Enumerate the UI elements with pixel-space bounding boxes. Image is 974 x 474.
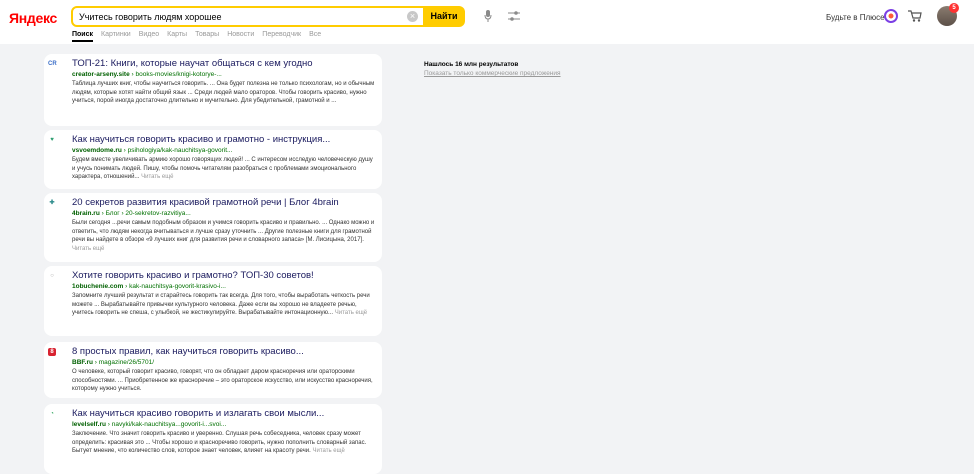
result-card: ✚ 20 секретов развития красивой грамотно…: [44, 193, 382, 262]
microphone-icon[interactable]: [484, 10, 492, 22]
result-snippet-text: Запомните лучший результат и старайтесь …: [72, 293, 370, 317]
tab-images[interactable]: Картинки: [101, 31, 131, 42]
search-tabs: Поиск Картинки Видео Карты Товары Новост…: [72, 31, 321, 42]
result-path: › psihologiya/kak-nauchitsya-govorit...: [123, 147, 233, 154]
result-path: › navyki/kak-nauchitsya...govorit-i...sv…: [107, 421, 227, 428]
result-url[interactable]: BBF.ru › magazine/26/5701/: [72, 358, 376, 368]
1obuchenie-favicon-icon: ○: [50, 273, 54, 279]
result-domain: levelself.ru: [72, 421, 106, 428]
vsvoemdome-favicon-icon: ♥: [50, 137, 54, 143]
result-url[interactable]: levelself.ru › navyki/kak-nauchitsya...g…: [72, 420, 376, 430]
clear-icon[interactable]: ×: [407, 11, 418, 22]
result-snippet: Будем вместе увеличивать армию хорошо го…: [72, 156, 376, 182]
result-snippet: Были сегодня ...речи самым подобным обра…: [72, 219, 376, 253]
plus-icon[interactable]: [884, 9, 898, 23]
result-domain: creator-arseny.site: [72, 71, 130, 78]
result-url[interactable]: 4brain.ru › Блог › 20-sekretov-razvitiya…: [72, 209, 376, 219]
tab-video[interactable]: Видео: [139, 31, 159, 42]
read-more-link[interactable]: Читать ещё: [141, 174, 173, 180]
result-card: ♥ Как научиться говорить красиво и грамо…: [44, 130, 382, 189]
result-path: › books-movies/knigi-kotorye-...: [131, 71, 222, 78]
result-snippet: О человеке, который говорит красиво, гов…: [72, 368, 376, 394]
result-snippet-text: Таблица лучших книг, чтобы научиться гов…: [72, 81, 375, 105]
tab-all[interactable]: Все: [309, 31, 321, 42]
result-title[interactable]: ТОП-21: Книги, которые научат общаться с…: [72, 58, 376, 70]
notification-badge: 5: [949, 3, 959, 13]
levelself-favicon-icon: ◔: [50, 411, 54, 417]
plus-link[interactable]: Будьте в Плюсе: [826, 13, 885, 22]
tab-products[interactable]: Товары: [195, 31, 219, 42]
result-url[interactable]: 1obuchenie.com › kak-nauchitsya-govorit-…: [72, 282, 376, 292]
results-sidebar: Нашлось 16 млн результатов Показать толь…: [424, 60, 561, 78]
result-domain: vsvoemdome.ru: [72, 147, 122, 154]
tab-news[interactable]: Новости: [227, 31, 254, 42]
result-snippet: Запомните лучший результат и старайтесь …: [72, 292, 376, 318]
result-card: CR ТОП-21: Книги, которые научат общатьс…: [44, 54, 382, 126]
result-snippet: Заключение. Что значит говорить красиво …: [72, 430, 376, 456]
result-path: › magazine/26/5701/: [94, 359, 155, 366]
search-input[interactable]: [79, 9, 399, 24]
creator-arseny-favicon-icon: CR: [48, 61, 57, 67]
result-url[interactable]: creator-arseny.site › books-movies/knigi…: [72, 70, 376, 80]
result-snippet-text: Были сегодня ...речи самым подобным обра…: [72, 220, 375, 244]
search-box: × Найти: [71, 6, 465, 27]
result-domain: 4brain.ru: [72, 210, 100, 217]
result-title[interactable]: 20 секретов развития красивой грамотной …: [72, 197, 376, 209]
yandex-logo[interactable]: Яндекс: [9, 10, 57, 26]
result-title[interactable]: Хотите говорить красиво и грамотно? ТОП-…: [72, 270, 376, 282]
4brain-favicon-icon: ✚: [49, 200, 55, 206]
cart-icon[interactable]: [908, 10, 922, 22]
result-title[interactable]: Как научиться красиво говорить и излагат…: [72, 408, 376, 420]
result-path: › kak-nauchitsya-govorit-krasivo-i...: [125, 283, 226, 290]
result-title[interactable]: 8 простых правил, как научиться говорить…: [72, 346, 376, 358]
bbf-favicon-icon: 8: [48, 348, 56, 356]
settings-sliders-icon[interactable]: [508, 11, 520, 21]
result-card: 8 8 простых правил, как научиться говори…: [44, 342, 382, 398]
read-more-link[interactable]: Читать ещё: [335, 310, 367, 316]
result-path: › Блог › 20-sekretov-razvitiya...: [101, 210, 191, 217]
tab-maps[interactable]: Карты: [167, 31, 187, 42]
result-snippet-text: Будем вместе увеличивать армию хорошо го…: [72, 157, 373, 181]
commercial-offers-link[interactable]: Показать только коммерческие предложения: [424, 69, 561, 78]
result-snippet: Таблица лучших книг, чтобы научиться гов…: [72, 80, 376, 106]
header: Яндекс × Найти Поиск Картинки Видео Карт…: [0, 0, 974, 44]
result-url[interactable]: vsvoemdome.ru › psihologiya/kak-nauchits…: [72, 146, 376, 156]
find-button[interactable]: Найти: [423, 6, 465, 27]
result-domain: 1obuchenie.com: [72, 283, 124, 290]
result-card: ◔ Как научиться красиво говорить и излаг…: [44, 404, 382, 474]
tab-translator[interactable]: Переводчик: [262, 31, 301, 42]
tab-search[interactable]: Поиск: [72, 31, 94, 42]
read-more-link[interactable]: Читать ещё: [72, 246, 104, 252]
result-snippet-text: О человеке, который говорит красиво, гов…: [72, 369, 373, 393]
result-domain: BBF.ru: [72, 359, 93, 366]
logo-text: Яндекс: [9, 10, 57, 26]
result-card: ○ Хотите говорить красиво и грамотно? ТО…: [44, 266, 382, 336]
read-more-link[interactable]: Читать ещё: [312, 448, 344, 454]
results-count: Нашлось 16 млн результатов: [424, 61, 519, 68]
result-title[interactable]: Как научиться говорить красиво и грамотн…: [72, 134, 376, 146]
